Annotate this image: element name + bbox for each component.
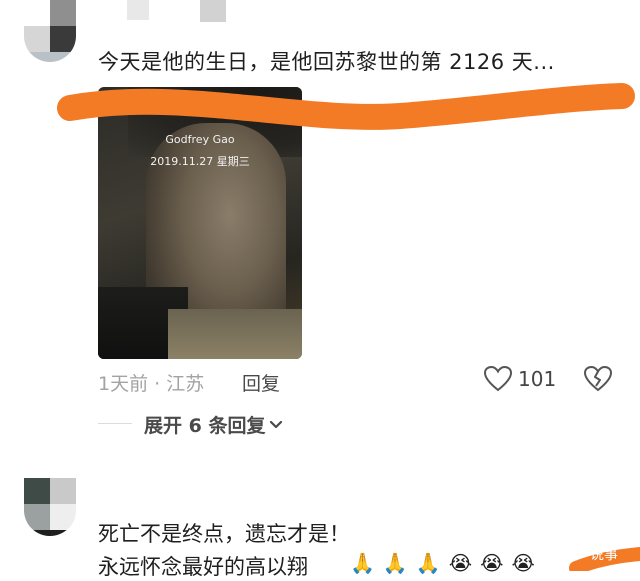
dislike-button[interactable] (583, 365, 613, 396)
like-button[interactable]: 101 (484, 366, 556, 392)
commenter-avatar[interactable] (24, 0, 76, 62)
comment-text: 永远怀念最好的高以翔 (98, 555, 308, 579)
broken-heart-icon (583, 365, 613, 392)
expand-replies-label: 展开 6 条回复 (144, 415, 266, 437)
orange-censor-stroke (57, 83, 635, 130)
censored-username-block (200, 0, 226, 22)
heart-outline-icon (484, 366, 512, 392)
like-count: 101 (518, 367, 557, 391)
photo-caption-date: 2019.11.27 星期三 (150, 155, 250, 168)
comment-emoji: 🙏🙏🙏😭😭😭 (350, 551, 543, 575)
censored-username-block (127, 0, 149, 20)
comment-time-location: 1天前 · 江苏 (98, 373, 205, 395)
reply-button[interactable]: 回复 (242, 369, 280, 396)
expand-replies-button[interactable]: 展开 6 条回复 (144, 411, 283, 438)
comment-text: 今天是他的生日，是他回苏黎世的第 2126 天... (98, 50, 555, 74)
commenter-avatar[interactable] (24, 478, 76, 536)
watermark-text: 说事 (590, 547, 618, 563)
chevron-down-icon (270, 420, 283, 428)
comment-text: 死亡不是终点，遗忘才是！ (98, 522, 350, 546)
expand-divider (98, 423, 132, 424)
